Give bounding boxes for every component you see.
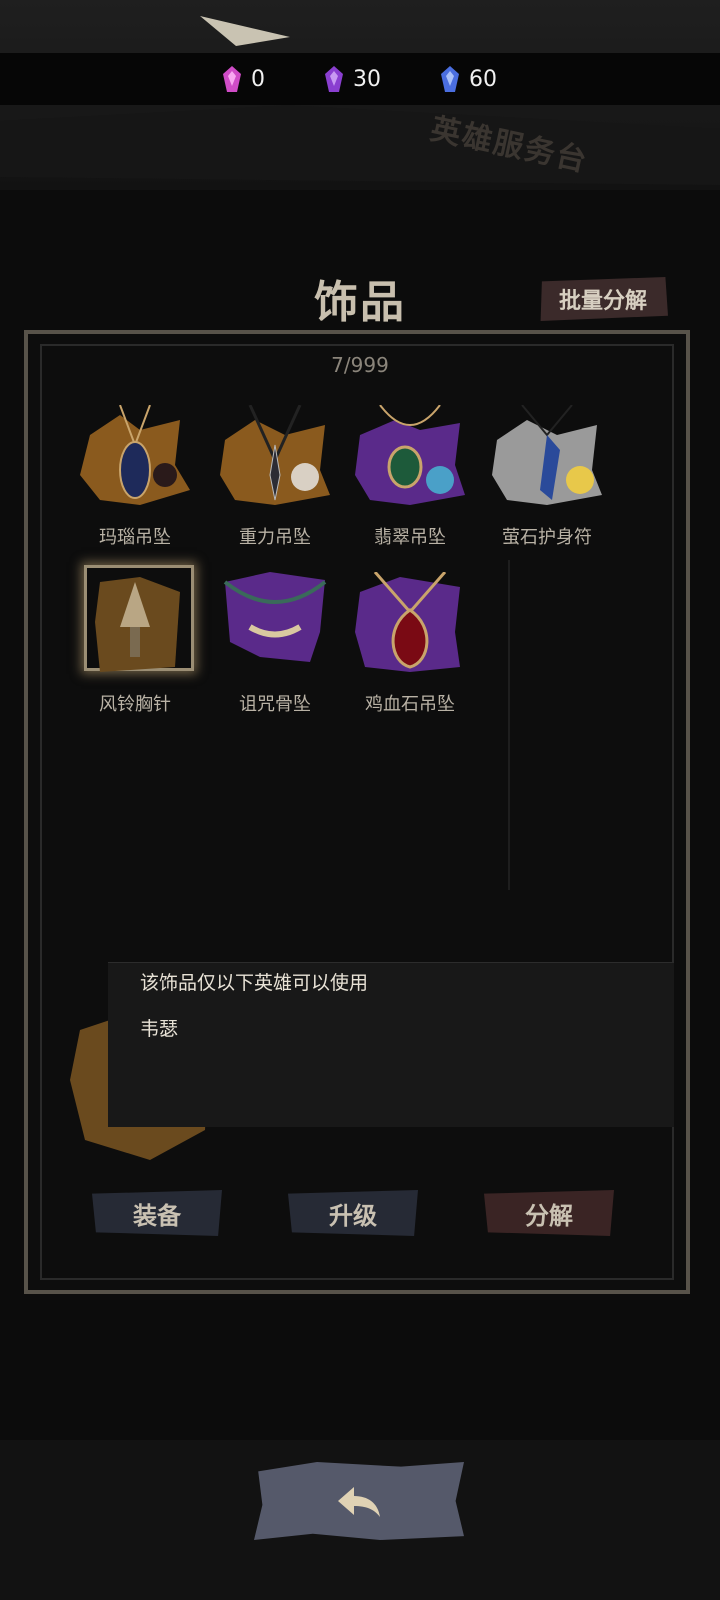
currency-purple: 30	[325, 66, 381, 92]
emerald-pendant-icon	[355, 405, 465, 505]
item-count: 7/999	[331, 353, 389, 377]
currency-pink-value: 0	[251, 66, 265, 92]
item-label: 萤石护身符	[502, 527, 592, 548]
back-arrow-icon	[338, 1487, 380, 1517]
currency-purple-value: 30	[353, 66, 381, 92]
item-gravity-pendant[interactable]: 重力吊坠	[210, 395, 340, 555]
pink-crystal-icon	[223, 66, 241, 92]
item-label: 风铃胸针	[99, 694, 171, 715]
bloodstone-pendant-icon	[355, 572, 460, 672]
item-label: 鸡血石吊坠	[365, 694, 455, 715]
cursed-bone-pendant-icon	[223, 572, 327, 662]
agate-pendant-icon	[80, 405, 190, 505]
fluorite-amulet-icon	[492, 405, 602, 505]
blue-crystal-icon	[441, 66, 459, 92]
item-bloodstone-pendant[interactable]: 鸡血石吊坠	[345, 562, 475, 722]
equip-button[interactable]: 装备	[92, 1190, 222, 1236]
upgrade-button[interactable]: 升级	[288, 1190, 418, 1236]
item-fluorite-amulet[interactable]: 萤石护身符	[482, 395, 612, 555]
currency-bar: 0 30 60	[0, 53, 720, 105]
item-label: 重力吊坠	[239, 527, 311, 548]
bulk-decompose-button[interactable]: 批量分解	[540, 277, 668, 321]
item-agate-pendant[interactable]: 玛瑙吊坠	[70, 395, 200, 555]
windchime-brooch-icon	[95, 577, 180, 672]
divider	[508, 560, 510, 890]
item-emerald-pendant[interactable]: 翡翠吊坠	[345, 395, 475, 555]
item-label: 翡翠吊坠	[374, 527, 446, 548]
item-label: 玛瑙吊坠	[99, 527, 171, 548]
tooltip-heading: 该饰品仅以下英雄可以使用	[140, 972, 369, 994]
item-windchime-brooch[interactable]: 风铃胸针	[70, 562, 200, 722]
currency-blue-value: 60	[469, 66, 497, 92]
item-label: 诅咒骨坠	[239, 694, 311, 715]
currency-blue: 60	[441, 66, 497, 92]
back-button[interactable]	[254, 1462, 464, 1540]
currency-pink: 0	[223, 66, 265, 92]
item-cursed-bone-pendant[interactable]: 诅咒骨坠	[210, 562, 340, 722]
gravity-pendant-icon	[220, 405, 330, 505]
purple-crystal-icon	[325, 66, 343, 92]
decompose-button[interactable]: 分解	[484, 1190, 614, 1236]
tooltip-hero-name: 韦瑟	[140, 1018, 179, 1040]
